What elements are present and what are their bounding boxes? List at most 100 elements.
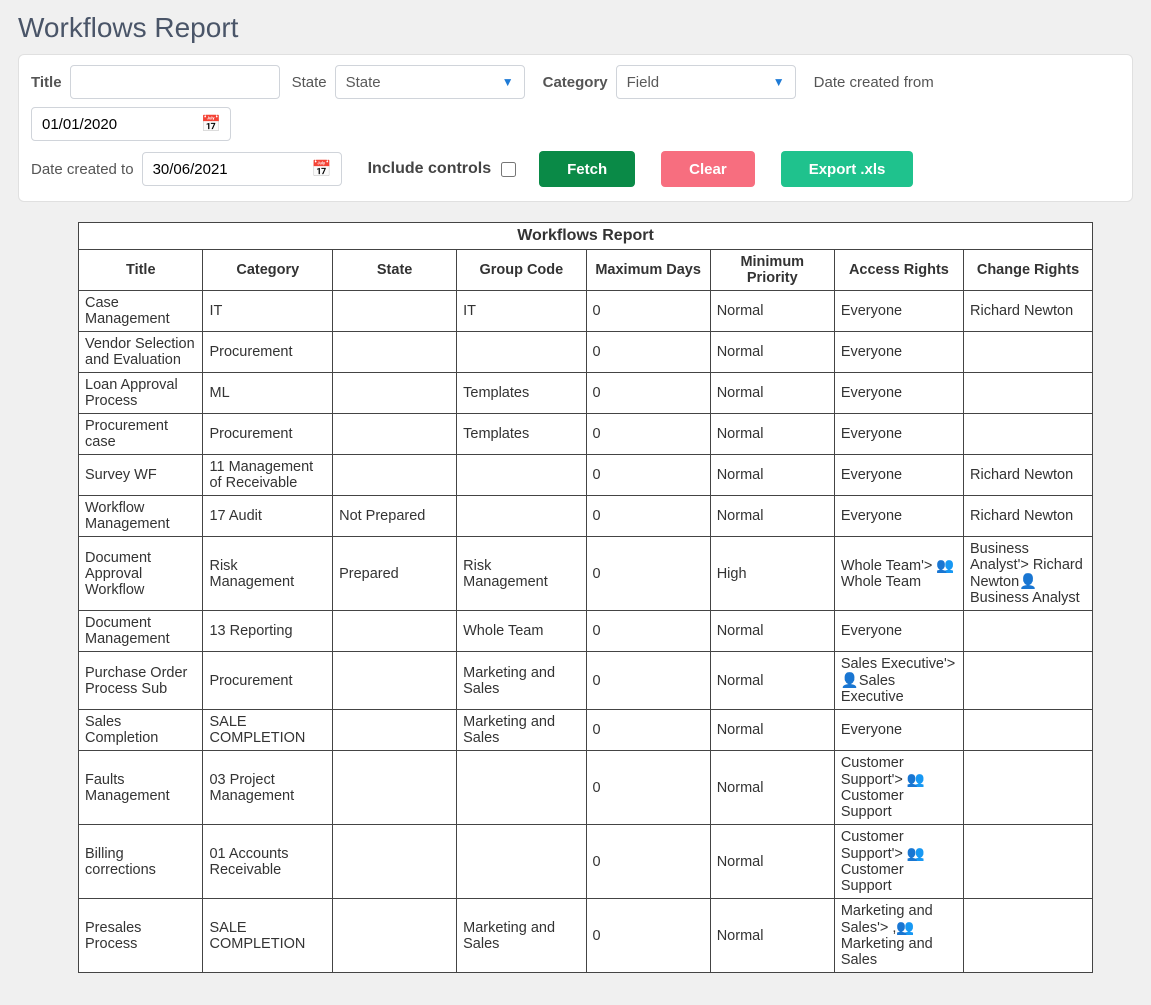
date-from-input[interactable]	[31, 107, 231, 141]
table-cell: SALE COMPLETION	[203, 710, 333, 751]
table-row: Loan Approval ProcessMLTemplates0NormalE…	[79, 373, 1093, 414]
table-row: Document Management13 ReportingWhole Tea…	[79, 611, 1093, 652]
table-cell	[333, 751, 457, 825]
column-header: Minimum Priority	[710, 250, 834, 291]
column-header: Category	[203, 250, 333, 291]
table-cell: Templates	[457, 414, 586, 455]
table-cell: Everyone	[834, 455, 963, 496]
category-selected: Field	[627, 74, 660, 91]
table-cell	[964, 611, 1093, 652]
table-cell	[457, 496, 586, 537]
table-cell: 0	[586, 291, 710, 332]
table-cell	[333, 611, 457, 652]
table-cell: 0	[586, 455, 710, 496]
table-cell	[457, 751, 586, 825]
table-cell	[333, 414, 457, 455]
table-cell	[964, 373, 1093, 414]
table-row: Purchase Order Process SubProcurementMar…	[79, 652, 1093, 710]
fetch-button[interactable]: Fetch	[539, 151, 635, 187]
title-input[interactable]	[70, 65, 280, 99]
table-cell: Procurement case	[79, 414, 203, 455]
table-cell: Normal	[710, 899, 834, 973]
table-cell: Procurement	[203, 652, 333, 710]
table-cell: Normal	[710, 291, 834, 332]
table-cell: Faults Management	[79, 751, 203, 825]
table-cell: 17 Audit	[203, 496, 333, 537]
table-cell: Normal	[710, 825, 834, 899]
table-cell: Templates	[457, 373, 586, 414]
table-cell: Risk Management	[457, 537, 586, 611]
table-cell	[964, 899, 1093, 973]
column-header: Group Code	[457, 250, 586, 291]
table-cell: Normal	[710, 611, 834, 652]
table-cell: Risk Management	[203, 537, 333, 611]
table-cell: 13 Reporting	[203, 611, 333, 652]
table-cell: Everyone	[834, 611, 963, 652]
table-row: Case ManagementITIT0NormalEveryoneRichar…	[79, 291, 1093, 332]
table-cell: IT	[203, 291, 333, 332]
table-cell: Normal	[710, 332, 834, 373]
table-cell: 0	[586, 496, 710, 537]
include-controls-checkbox[interactable]	[501, 162, 516, 177]
date-to-input[interactable]	[142, 152, 342, 186]
table-cell	[333, 710, 457, 751]
table-cell	[964, 652, 1093, 710]
table-cell: 01 Accounts Receivable	[203, 825, 333, 899]
table-cell: Normal	[710, 455, 834, 496]
table-cell	[333, 825, 457, 899]
table-cell: High	[710, 537, 834, 611]
category-label: Category	[543, 74, 608, 91]
table-cell: Richard Newton	[964, 291, 1093, 332]
state-select[interactable]: State ▼	[335, 65, 525, 99]
table-cell: Marketing and Sales'> ,👥 Marketing and S…	[834, 899, 963, 973]
table-cell	[964, 825, 1093, 899]
table-cell	[333, 652, 457, 710]
table-cell	[333, 373, 457, 414]
table-cell	[333, 455, 457, 496]
table-cell: 0	[586, 652, 710, 710]
table-cell: Normal	[710, 751, 834, 825]
table-cell: Not Prepared	[333, 496, 457, 537]
table-cell: 11 Management of Receivable	[203, 455, 333, 496]
table-cell: Procurement	[203, 414, 333, 455]
table-cell	[964, 751, 1093, 825]
column-header: Maximum Days	[586, 250, 710, 291]
date-to-label: Date created to	[31, 161, 134, 178]
table-cell	[457, 332, 586, 373]
table-cell: Vendor Selection and Evaluation	[79, 332, 203, 373]
include-controls-wrap: Include controls	[368, 159, 520, 180]
table-cell: Marketing and Sales	[457, 652, 586, 710]
column-header: Access Rights	[834, 250, 963, 291]
column-header: State	[333, 250, 457, 291]
table-cell: Survey WF	[79, 455, 203, 496]
table-row: Survey WF11 Management of Receivable 0Nor…	[79, 455, 1093, 496]
clear-button[interactable]: Clear	[661, 151, 755, 187]
table-cell: Procurement	[203, 332, 333, 373]
chevron-down-icon: ▼	[502, 75, 514, 89]
table-cell	[333, 291, 457, 332]
table-cell: Normal	[710, 414, 834, 455]
table-cell: Normal	[710, 373, 834, 414]
table-cell: Everyone	[834, 332, 963, 373]
table-cell: 0	[586, 414, 710, 455]
export-button[interactable]: Export .xls	[781, 151, 914, 187]
table-cell: Normal	[710, 710, 834, 751]
table-cell: Everyone	[834, 414, 963, 455]
category-select[interactable]: Field ▼	[616, 65, 796, 99]
table-cell: 0	[586, 825, 710, 899]
table-cell: Workflow Management	[79, 496, 203, 537]
table-row: Procurement caseProcurement Templates0Nor…	[79, 414, 1093, 455]
table-cell: Case Management	[79, 291, 203, 332]
table-caption: Workflows Report	[79, 223, 1093, 250]
state-selected: State	[346, 74, 381, 91]
table-cell: Everyone	[834, 373, 963, 414]
table-cell: SALE COMPLETION	[203, 899, 333, 973]
table-row: Billing corrections01 Accounts Receivabl…	[79, 825, 1093, 899]
table-cell: 0	[586, 537, 710, 611]
column-header: Change Rights	[964, 250, 1093, 291]
chevron-down-icon: ▼	[773, 75, 785, 89]
table-cell: Marketing and Sales	[457, 710, 586, 751]
table-row: Document Approval WorkflowRisk Managemen…	[79, 537, 1093, 611]
table-cell	[457, 455, 586, 496]
table-cell: 0	[586, 611, 710, 652]
